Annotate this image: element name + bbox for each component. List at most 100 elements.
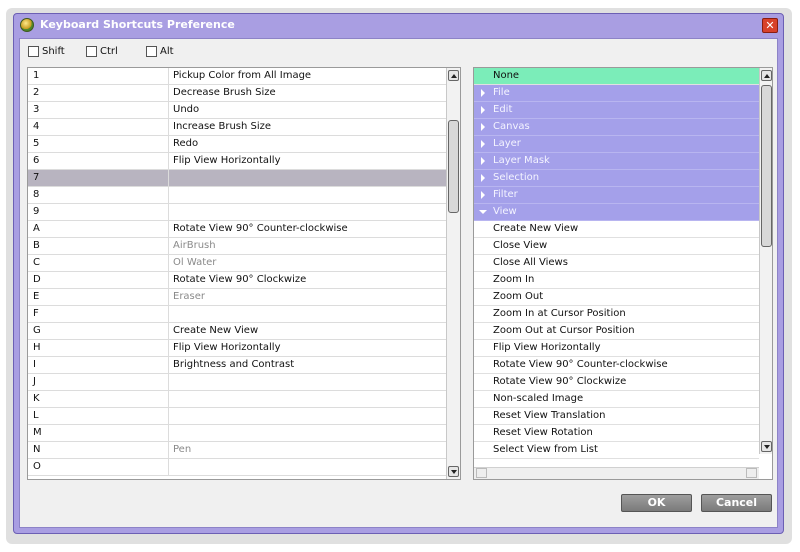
action-cell[interactable]: Rotate View 90° Clockwize <box>173 272 443 288</box>
action-cell[interactable]: Decrease Brush Size <box>173 85 443 101</box>
table-row[interactable]: N Pen <box>28 442 447 459</box>
action-cell[interactable]: AirBrush <box>173 238 443 254</box>
action-cell[interactable]: Create New View <box>173 323 443 339</box>
table-row[interactable]: 4 Increase Brush Size <box>28 119 447 136</box>
table-row[interactable]: B AirBrush <box>28 238 447 255</box>
action-cell[interactable]: Rotate View 90° Counter-clockwise <box>173 221 443 237</box>
tree-category[interactable]: Edit <box>474 102 759 119</box>
tree-item[interactable]: Rotate View 90° Counter-clockwise <box>474 357 759 374</box>
tree-category[interactable]: Filter <box>474 187 759 204</box>
tree-item[interactable]: Non-scaled Image <box>474 391 759 408</box>
tree-item[interactable]: Flip View Horizontally <box>474 340 759 357</box>
table-row[interactable]: O <box>28 459 447 476</box>
table-row[interactable]: F <box>28 306 447 323</box>
ctrl-checkbox[interactable]: Ctrl <box>86 43 118 59</box>
tree-item[interactable]: Close All Views <box>474 255 759 272</box>
table-row[interactable]: 6 Flip View Horizontally <box>28 153 447 170</box>
close-button[interactable]: ✕ <box>762 18 778 33</box>
action-tree-scrollbar[interactable] <box>759 68 772 454</box>
action-cell[interactable]: Pen <box>173 442 443 458</box>
tree-item[interactable]: Zoom Out <box>474 289 759 306</box>
table-row[interactable]: 2 Decrease Brush Size <box>28 85 447 102</box>
tree-category[interactable]: Selection <box>474 170 759 187</box>
table-row[interactable]: I Brightness and Contrast <box>28 357 447 374</box>
tree-item[interactable]: Close View <box>474 238 759 255</box>
tree-item[interactable]: Create New View <box>474 221 759 238</box>
action-cell[interactable] <box>173 459 443 475</box>
table-row[interactable]: H Flip View Horizontally <box>28 340 447 357</box>
action-cell[interactable]: Increase Brush Size <box>173 119 443 135</box>
expanded-arrow-icon[interactable] <box>479 210 487 214</box>
key-assignment-table[interactable]: 1 Pickup Color from All Image 2 Decrease Br… <box>27 67 461 480</box>
scroll-left-arrow-icon[interactable] <box>476 468 487 478</box>
tree-item[interactable]: Zoom In <box>474 272 759 289</box>
action-cell[interactable] <box>173 170 443 186</box>
table-row[interactable]: 5 Redo <box>28 136 447 153</box>
action-cell[interactable]: Flip View Horizontally <box>173 153 443 169</box>
action-tree-horizontal-scrollbar[interactable] <box>474 467 759 479</box>
title-bar[interactable]: Keyboard Shortcuts Preference ✕ <box>14 14 783 36</box>
table-row[interactable]: 9 <box>28 204 447 221</box>
scroll-thumb[interactable] <box>761 85 772 247</box>
key-table-scrollbar[interactable] <box>446 68 460 479</box>
action-cell[interactable]: Brightness and Contrast <box>173 357 443 373</box>
scroll-down-arrow-icon[interactable] <box>448 466 459 477</box>
action-cell[interactable]: Flip View Horizontally <box>173 340 443 356</box>
collapsed-arrow-icon[interactable] <box>481 106 485 114</box>
scroll-up-arrow-icon[interactable] <box>448 70 459 81</box>
tree-category[interactable]: View <box>474 204 759 221</box>
checkbox-box[interactable] <box>146 45 157 57</box>
checkbox-box[interactable] <box>86 45 97 57</box>
action-cell[interactable] <box>173 425 443 441</box>
action-cell[interactable]: Undo <box>173 102 443 118</box>
table-row[interactable]: L <box>28 408 447 425</box>
table-row[interactable]: D Rotate View 90° Clockwize <box>28 272 447 289</box>
tree-item[interactable]: None <box>474 68 759 85</box>
table-row[interactable]: J <box>28 374 447 391</box>
tree-category[interactable]: Layer Mask <box>474 153 759 170</box>
table-row[interactable]: M <box>28 425 447 442</box>
action-cell[interactable] <box>173 187 443 203</box>
scroll-down-arrow-icon[interactable] <box>761 441 772 452</box>
tree-category[interactable]: File <box>474 85 759 102</box>
action-cell[interactable] <box>173 306 443 322</box>
table-row[interactable]: G Create New View <box>28 323 447 340</box>
collapsed-arrow-icon[interactable] <box>481 89 485 97</box>
table-row[interactable]: 8 <box>28 187 447 204</box>
collapsed-arrow-icon[interactable] <box>481 123 485 131</box>
collapsed-arrow-icon[interactable] <box>481 191 485 199</box>
action-cell[interactable]: Eraser <box>173 289 443 305</box>
tree-item[interactable]: Select View from List <box>474 442 759 459</box>
table-row[interactable]: 3 Undo <box>28 102 447 119</box>
collapsed-arrow-icon[interactable] <box>481 157 485 165</box>
action-cell[interactable] <box>173 204 443 220</box>
action-cell[interactable]: Pickup Color from All Image <box>173 68 443 84</box>
action-cell[interactable]: Redo <box>173 136 443 152</box>
table-row[interactable]: E Eraser <box>28 289 447 306</box>
action-cell[interactable]: Ol Water <box>173 255 443 271</box>
alt-checkbox[interactable]: Alt <box>146 43 174 59</box>
shift-checkbox[interactable]: Shift <box>28 43 65 59</box>
action-cell[interactable] <box>173 408 443 424</box>
tree-item[interactable]: Zoom Out at Cursor Position <box>474 323 759 340</box>
table-row[interactable]: K <box>28 391 447 408</box>
collapsed-arrow-icon[interactable] <box>481 140 485 148</box>
table-row[interactable]: 7 <box>28 170 447 187</box>
checkbox-box[interactable] <box>28 45 39 57</box>
tree-item[interactable]: Rotate View 90° Clockwize <box>474 374 759 391</box>
scroll-right-arrow-icon[interactable] <box>746 468 757 478</box>
action-tree[interactable]: None File Edit Canvas Layer Layer Mask Selecti… <box>473 67 773 480</box>
tree-category[interactable]: Canvas <box>474 119 759 136</box>
collapsed-arrow-icon[interactable] <box>481 174 485 182</box>
scroll-up-arrow-icon[interactable] <box>761 70 772 81</box>
tree-category[interactable]: Layer <box>474 136 759 153</box>
tree-item[interactable]: Reset View Translation <box>474 408 759 425</box>
tree-item[interactable]: Zoom In at Cursor Position <box>474 306 759 323</box>
table-row[interactable]: A Rotate View 90° Counter-clockwise <box>28 221 447 238</box>
ok-button[interactable]: OK <box>621 494 692 512</box>
cancel-button[interactable]: Cancel <box>701 494 772 512</box>
action-cell[interactable] <box>173 374 443 390</box>
table-row[interactable]: C Ol Water <box>28 255 447 272</box>
table-row[interactable]: 1 Pickup Color from All Image <box>28 68 447 85</box>
scroll-thumb[interactable] <box>448 120 459 213</box>
